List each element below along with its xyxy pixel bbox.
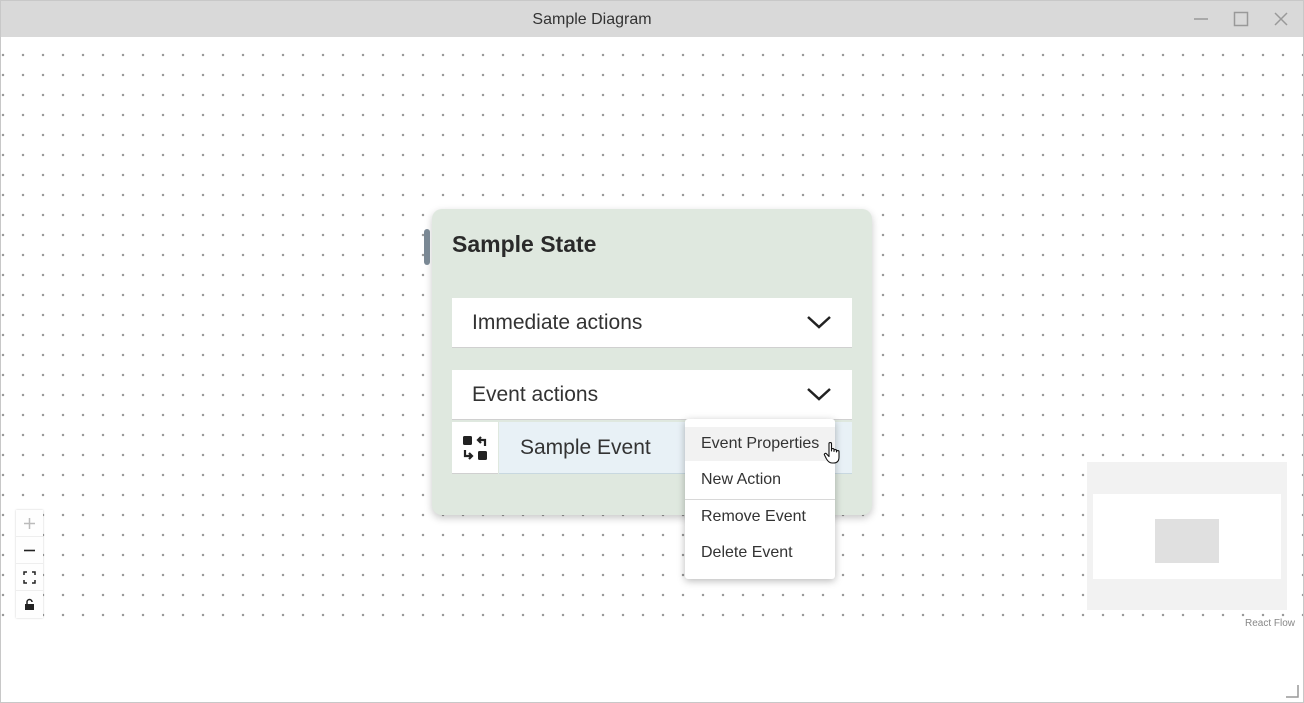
close-button[interactable] [1261,1,1301,37]
canvas-footer-area [1,618,1303,702]
zoom-out-icon [24,549,35,552]
swap-icon [463,436,487,460]
section-label: Event actions [472,383,599,406]
title-bar[interactable]: Sample Diagram [1,1,1303,37]
event-icon-cell[interactable] [452,422,498,474]
chevron-down-icon[interactable] [806,314,832,330]
canvas-controls [16,510,43,618]
event-actions-section[interactable]: Event actions [452,370,852,420]
minimap-node [1155,519,1219,563]
attribution-link[interactable]: React Flow [1245,618,1295,629]
flow-canvas[interactable]: Sample State Immediate actions Event act… [1,37,1303,702]
immediate-actions-section[interactable]: Immediate actions [452,298,852,348]
zoom-out-button[interactable] [16,537,43,564]
maximize-icon [1233,11,1249,27]
section-label: Immediate actions [472,311,643,334]
hand-cursor-icon [823,442,840,464]
window-title: Sample Diagram [532,11,652,28]
minimap[interactable] [1087,462,1287,610]
minimize-button[interactable] [1181,1,1221,37]
menu-item-new-action[interactable]: New Action [685,463,835,497]
lock-button[interactable] [16,591,43,618]
resize-grip-icon[interactable] [1285,684,1299,698]
menu-item-delete-event[interactable]: Delete Event [685,536,835,570]
fit-view-icon [23,571,36,584]
app-window: Sample Diagram Sample State Immediate ac… [0,0,1304,703]
node-handle[interactable] [424,229,430,265]
menu-item-event-properties[interactable]: Event Properties [685,427,835,461]
fit-view-button[interactable] [16,564,43,591]
node-title: Sample State [452,231,597,257]
zoom-in-button[interactable] [16,510,43,537]
context-menu: Event Properties New Action Remove Event… [685,419,835,579]
zoom-in-icon [24,518,35,529]
menu-item-remove-event[interactable]: Remove Event [685,500,835,534]
lock-icon [25,598,34,610]
maximize-button[interactable] [1221,1,1261,37]
close-icon [1274,12,1288,26]
event-name: Sample Event [520,436,651,459]
chevron-down-icon[interactable] [806,386,832,402]
minimize-icon [1194,18,1208,20]
